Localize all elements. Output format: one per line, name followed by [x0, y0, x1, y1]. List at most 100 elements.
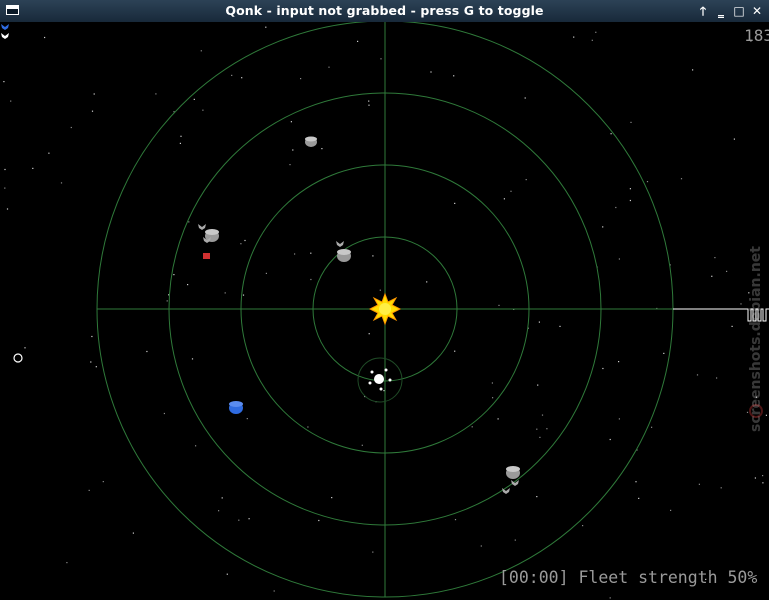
star	[541, 414, 544, 416]
star	[357, 40, 359, 42]
star	[716, 377, 718, 379]
sun-icon[interactable]	[368, 292, 402, 326]
star	[244, 239, 246, 242]
planet-blue[interactable]	[229, 401, 243, 414]
ship-neutral-1	[198, 224, 206, 230]
star	[300, 78, 302, 80]
star	[242, 294, 245, 296]
star	[733, 138, 735, 140]
star	[24, 347, 26, 349]
star	[221, 497, 223, 499]
star	[10, 100, 12, 102]
star	[146, 350, 148, 353]
planet-player-home[interactable]	[374, 374, 384, 384]
star	[4, 187, 6, 189]
star	[573, 36, 575, 38]
star	[380, 58, 382, 60]
star	[6, 208, 9, 210]
star	[224, 292, 226, 294]
close-icon[interactable]: ✕	[751, 1, 763, 19]
planet-lower-right[interactable]	[506, 466, 520, 479]
star	[383, 390, 385, 392]
score-counter: 183	[744, 26, 769, 45]
window-titlebar[interactable]: Qonk - input not grabbed - press G to to…	[0, 0, 769, 22]
star	[602, 367, 604, 370]
star	[524, 97, 526, 99]
ship-neutral-3	[336, 241, 344, 247]
star	[179, 142, 181, 144]
star	[307, 426, 309, 428]
star	[4, 168, 6, 171]
star	[246, 418, 248, 420]
minimize-icon[interactable]: ‗	[715, 1, 727, 19]
star	[188, 221, 190, 223]
star	[591, 39, 593, 41]
star	[711, 275, 713, 277]
star	[714, 257, 716, 259]
star	[292, 149, 294, 151]
star	[491, 382, 493, 384]
star	[754, 477, 756, 479]
star	[32, 167, 34, 169]
star	[696, 374, 699, 376]
star	[503, 198, 505, 200]
star	[670, 509, 672, 511]
star	[430, 71, 432, 73]
star	[372, 551, 374, 553]
star	[368, 333, 370, 335]
star	[187, 284, 189, 286]
star	[60, 182, 63, 184]
star	[497, 418, 499, 420]
star	[740, 303, 742, 305]
star	[510, 190, 512, 192]
star	[200, 50, 202, 52]
star	[70, 126, 72, 129]
game-scene[interactable]	[0, 22, 769, 600]
star	[726, 270, 728, 272]
star	[514, 539, 516, 541]
star	[618, 418, 620, 420]
star	[310, 252, 312, 254]
star	[720, 487, 722, 489]
star	[618, 258, 620, 260]
star	[273, 590, 275, 592]
star	[539, 436, 541, 438]
star	[453, 75, 455, 77]
star	[426, 281, 428, 283]
star	[361, 444, 363, 446]
star	[630, 121, 632, 123]
watermark-text: screenshots.debian.net	[748, 246, 764, 432]
star	[202, 109, 204, 111]
star	[536, 428, 538, 430]
planet-center-left[interactable]	[337, 249, 351, 262]
shade-icon[interactable]: 🡑	[697, 1, 709, 19]
star	[680, 178, 683, 180]
star	[93, 93, 95, 95]
maximize-icon[interactable]: □	[733, 1, 745, 19]
star	[609, 438, 611, 441]
star	[536, 496, 538, 498]
star	[66, 562, 68, 564]
star	[368, 100, 370, 102]
star	[132, 532, 134, 534]
star	[609, 597, 611, 599]
star	[91, 110, 94, 112]
planet-top[interactable]	[305, 136, 317, 148]
game-canvas[interactable]: 183 [00:00] Fleet strength 50% screensho…	[0, 22, 769, 600]
star	[646, 181, 649, 183]
star	[238, 519, 240, 521]
star	[618, 361, 620, 363]
star	[48, 152, 50, 154]
white-player-indicator	[1, 33, 9, 39]
star	[318, 519, 320, 522]
star	[663, 352, 665, 354]
star	[231, 74, 233, 76]
star	[498, 304, 500, 306]
star	[372, 255, 374, 257]
star	[321, 148, 323, 150]
star	[731, 325, 733, 327]
star	[180, 135, 182, 137]
star	[582, 525, 584, 527]
star	[248, 518, 250, 520]
star	[166, 300, 168, 302]
